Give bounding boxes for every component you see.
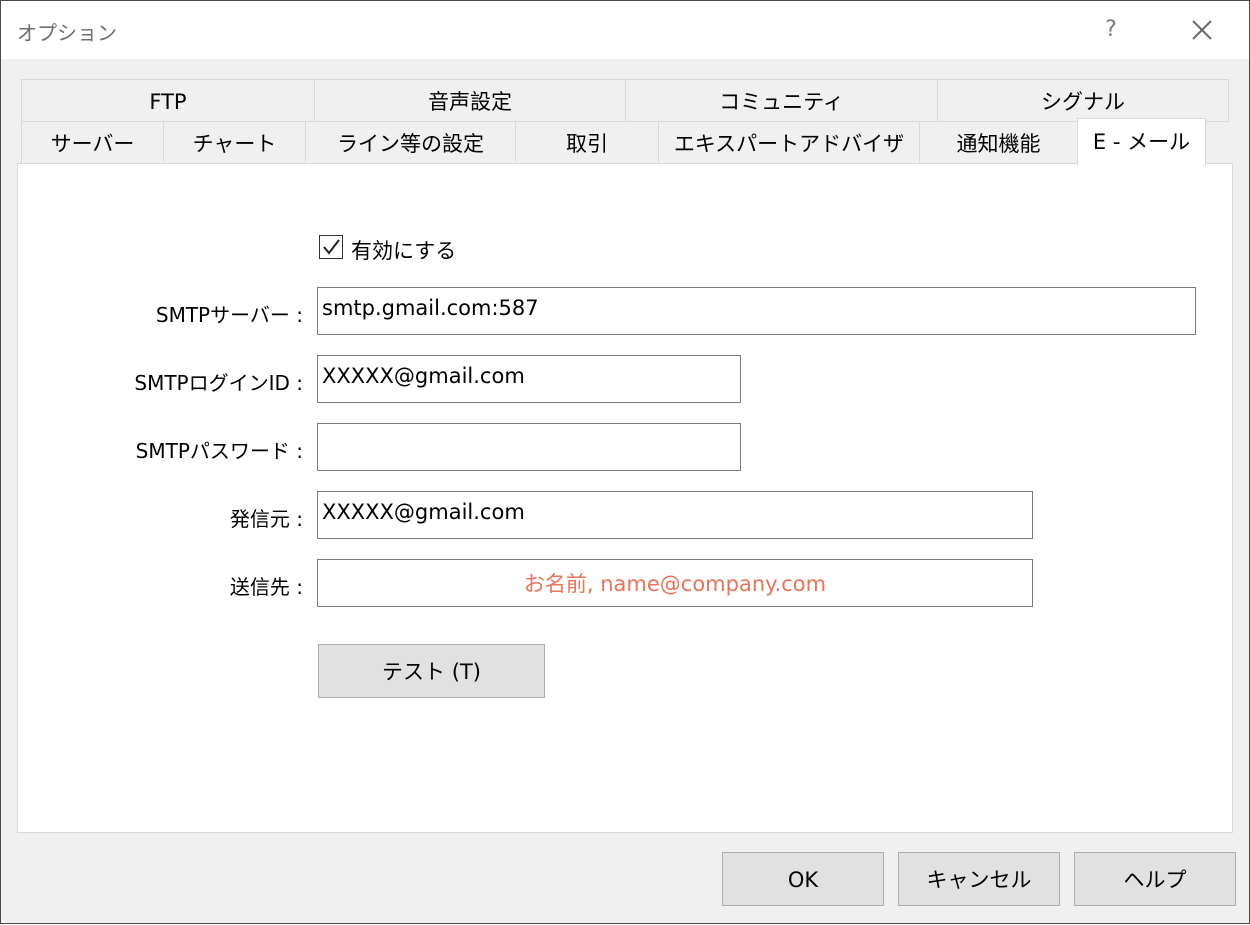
enable-checkbox[interactable] bbox=[319, 235, 343, 259]
close-icon[interactable] bbox=[1181, 11, 1221, 49]
options-dialog: オプション ? FTP 音声設定 コミュニティ シグナル サーバー チャート ラ… bbox=[0, 0, 1250, 924]
to-label: 送信先 : bbox=[229, 575, 303, 599]
checkmark-icon bbox=[323, 239, 340, 255]
smtp-password-input[interactable] bbox=[317, 423, 741, 471]
smtp-login-label: SMTPログインID : bbox=[134, 371, 303, 395]
enable-label: 有効にする bbox=[351, 239, 457, 263]
tab-community[interactable]: コミュニティ bbox=[625, 80, 938, 122]
tab-notifications[interactable]: 通知機能 bbox=[919, 122, 1078, 164]
cancel-button[interactable]: キャンセル bbox=[898, 852, 1060, 906]
tab-sound[interactable]: 音声設定 bbox=[314, 80, 626, 122]
tab-line-settings[interactable]: ライン等の設定 bbox=[305, 122, 516, 164]
ok-button[interactable]: OK bbox=[722, 852, 884, 906]
to-input[interactable]: お名前, name@company.com bbox=[317, 559, 1033, 607]
smtp-login-input[interactable]: XXXXX@gmail.com bbox=[317, 355, 741, 403]
tab-expert-advisor[interactable]: エキスパートアドバイザ bbox=[658, 122, 920, 164]
help-button[interactable]: ヘルプ bbox=[1074, 852, 1236, 906]
help-icon[interactable]: ? bbox=[1093, 11, 1129, 49]
from-label: 発信元 : bbox=[229, 507, 303, 531]
test-button[interactable]: テスト (T) bbox=[318, 644, 545, 698]
labels-column: SMTPサーバー : SMTPログインID : SMTPパスワード : 発信元 … bbox=[21, 1, 303, 925]
smtp-password-label: SMTPパスワード : bbox=[135, 439, 303, 463]
tab-email[interactable]: E - メール bbox=[1077, 118, 1206, 166]
smtp-server-label: SMTPサーバー : bbox=[155, 303, 303, 327]
from-input[interactable]: XXXXX@gmail.com bbox=[317, 491, 1033, 539]
tab-trade[interactable]: 取引 bbox=[515, 122, 659, 164]
smtp-server-input[interactable]: smtp.gmail.com:587 bbox=[317, 287, 1196, 335]
tab-signal[interactable]: シグナル bbox=[937, 80, 1229, 122]
